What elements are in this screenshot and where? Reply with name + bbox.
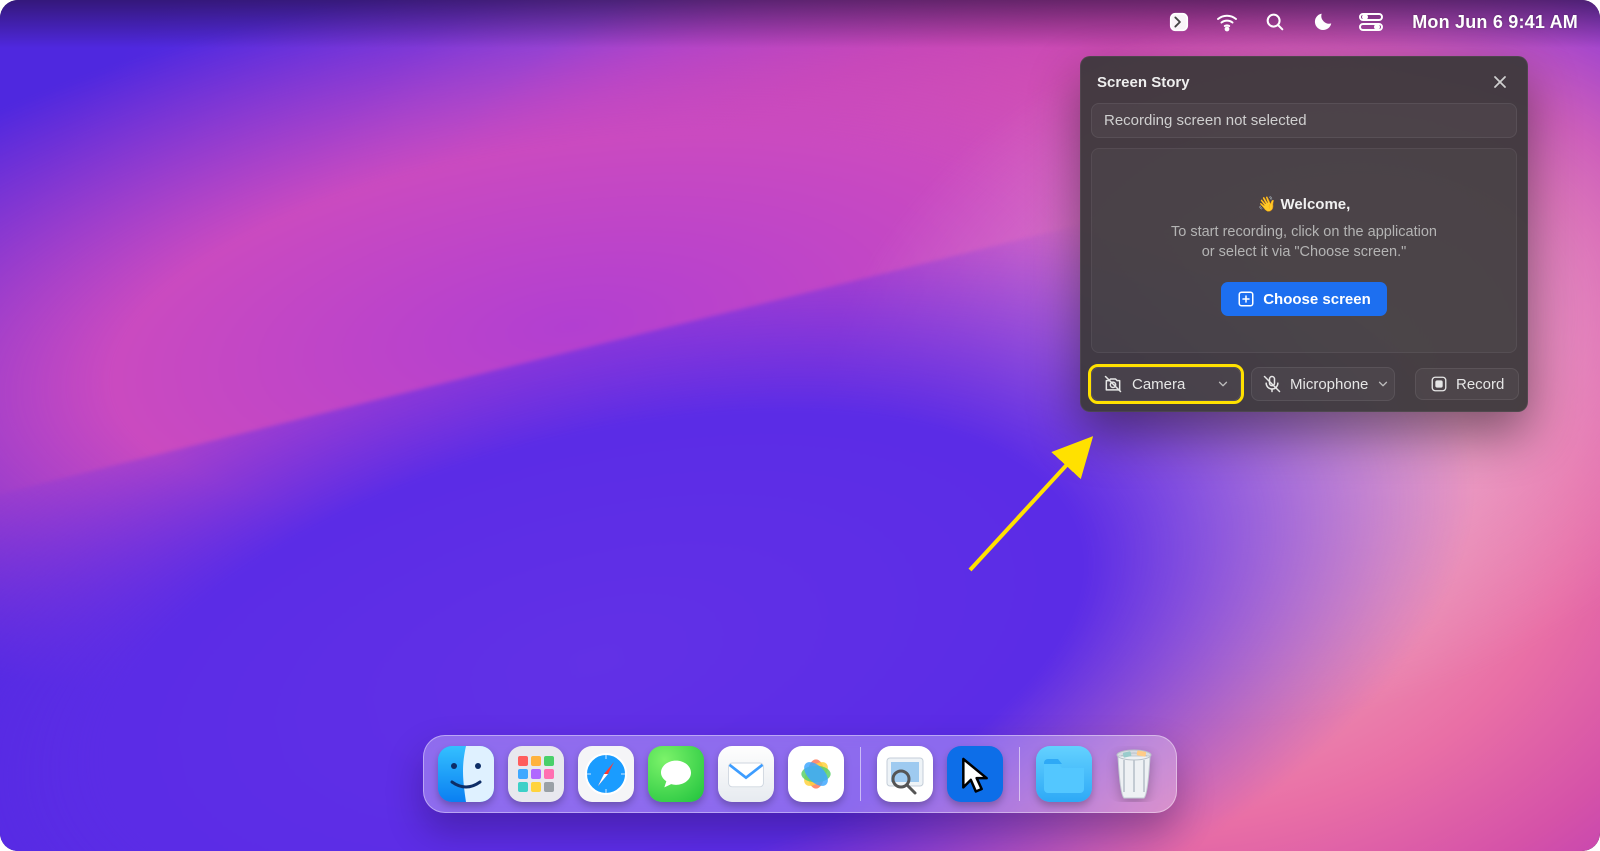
dock-app-mail[interactable] <box>718 746 774 802</box>
dock-app-finder[interactable] <box>438 746 494 802</box>
dock-separator <box>860 747 861 801</box>
welcome-heading: 👋 Welcome, <box>1112 195 1496 213</box>
dock-app-photos[interactable] <box>788 746 844 802</box>
control-center-icon[interactable] <box>1358 9 1384 35</box>
choose-screen-button[interactable]: Choose screen <box>1221 282 1387 316</box>
dock-separator <box>1019 747 1020 801</box>
recording-status-banner: Recording screen not selected <box>1091 103 1517 138</box>
dock-folder[interactable] <box>1036 746 1092 802</box>
close-button[interactable] <box>1489 71 1511 93</box>
welcome-area: 👋 Welcome, To start recording, click on … <box>1091 148 1517 353</box>
chevron-down-icon <box>1376 377 1390 391</box>
camera-off-icon <box>1102 374 1124 394</box>
wifi-icon[interactable] <box>1214 9 1240 35</box>
menubar: Mon Jun 6 9:41 AM <box>0 4 1600 40</box>
welcome-hint: To start recording, click on the applica… <box>1169 223 1439 262</box>
panel-title: Screen Story <box>1097 74 1190 91</box>
do-not-disturb-icon[interactable] <box>1310 9 1336 35</box>
spotlight-icon[interactable] <box>1262 9 1288 35</box>
record-button[interactable]: Record <box>1415 368 1519 400</box>
chevron-down-icon <box>1216 377 1230 391</box>
dock-app-launchpad[interactable] <box>508 746 564 802</box>
app-menulet-icon[interactable] <box>1166 9 1192 35</box>
choose-screen-icon <box>1237 290 1255 308</box>
dock-trash[interactable] <box>1106 746 1162 802</box>
dock <box>423 735 1177 813</box>
record-icon <box>1430 375 1448 393</box>
dock-app-screen-story[interactable] <box>947 746 1003 802</box>
dock-app-safari[interactable] <box>578 746 634 802</box>
wave-icon: 👋 <box>1258 196 1277 213</box>
camera-dropdown[interactable]: Camera <box>1091 367 1241 401</box>
dock-app-messages[interactable] <box>648 746 704 802</box>
microphone-dropdown[interactable]: Microphone <box>1251 367 1395 401</box>
dock-app-preview[interactable] <box>877 746 933 802</box>
menubar-clock[interactable]: Mon Jun 6 9:41 AM <box>1412 12 1578 33</box>
screen-story-panel: Screen Story Recording screen not select… <box>1080 56 1528 412</box>
microphone-off-icon <box>1262 374 1282 394</box>
